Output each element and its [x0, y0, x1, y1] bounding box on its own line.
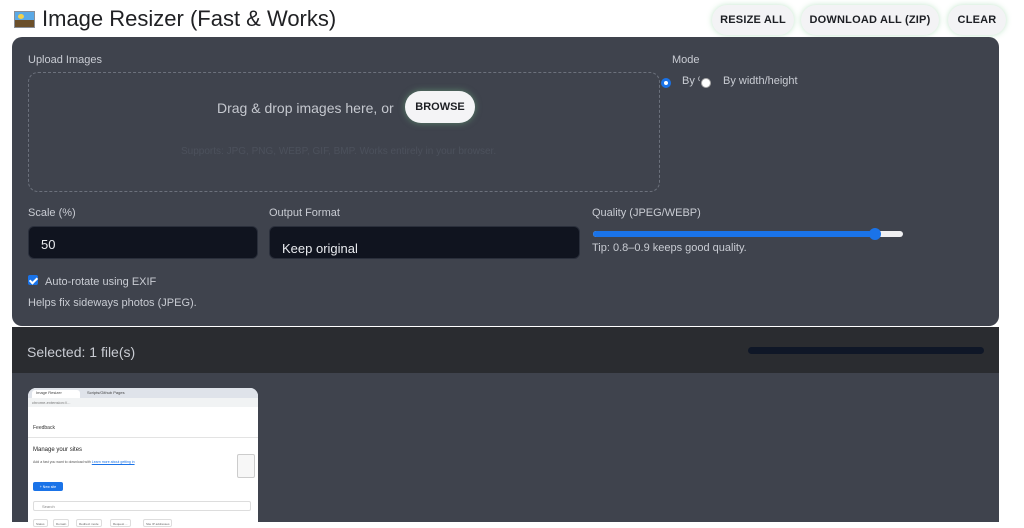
thumb-search: Search: [33, 501, 251, 511]
thumb-divider: [28, 437, 258, 438]
image-thumbnail[interactable]: Image Resizer Scripts/Github Pages chrom…: [28, 388, 258, 528]
quality-slider[interactable]: [593, 228, 903, 240]
resize-all-button[interactable]: RESIZE ALL: [712, 5, 794, 35]
exif-help-text: Helps fix sideways photos (JPEG).: [28, 297, 197, 309]
quality-slider-thumb[interactable]: [869, 228, 882, 240]
thumb-illustration: [237, 454, 255, 478]
mode-option-dimensions-label: By width/height: [723, 75, 798, 87]
clear-button[interactable]: CLEAR: [948, 5, 1006, 35]
drop-zone[interactable]: Drag & drop images here, or BROWSE Suppo…: [28, 72, 660, 192]
thumb-chip: Status: [33, 519, 48, 527]
scale-input[interactable]: 50: [28, 226, 258, 259]
quality-tip: Tip: 0.8–0.9 keeps good quality.: [592, 242, 747, 254]
thumb-tab-2: Scripts/Github Pages: [87, 390, 125, 395]
settings-panel: Upload Images Drag & drop images here, o…: [12, 37, 999, 326]
mode-label: Mode: [672, 54, 700, 66]
thumb-link: Learn more about getting in: [91, 460, 135, 464]
format-select[interactable]: Keep original: [269, 226, 580, 259]
thumb-chip: Site IP addresses: [143, 519, 173, 527]
thumb-chip: Request ...: [110, 519, 131, 527]
thumb-url-bar: chrome-extension://...: [28, 398, 258, 407]
drop-zone-text: Drag & drop images here, or: [217, 100, 394, 116]
selection-count: Selected: 1 file(s): [27, 344, 136, 360]
thumb-tab-1: Image Resizer: [32, 390, 80, 398]
progress-bar: [748, 347, 984, 354]
quality-slider-fill: [593, 231, 876, 237]
thumb-heading: Manage your sites: [33, 447, 83, 453]
scale-label: Scale (%): [28, 207, 76, 219]
exif-checkbox-label: Auto-rotate using EXIF: [45, 276, 157, 288]
mode-radio-percent[interactable]: [661, 78, 671, 88]
drop-zone-hint: Supports: JPG, PNG, WEBP, GIF, BMP. Work…: [181, 146, 497, 157]
browse-button[interactable]: BROWSE: [405, 91, 475, 123]
thumb-paragraph: Add a fast you want to download with Lea…: [33, 460, 135, 464]
exif-checkbox[interactable]: [28, 275, 38, 285]
mode-option-percent-label: By %: [682, 75, 700, 87]
thumb-tab-strip: Image Resizer Scripts/Github Pages: [28, 388, 258, 398]
thumb-new-site-button: + New site: [33, 482, 63, 491]
thumb-chip: Domain: [53, 519, 70, 527]
app-header: Image Resizer (Fast & Works) RESIZE ALL …: [0, 0, 1024, 40]
download-zip-button[interactable]: DOWNLOAD ALL (ZIP): [801, 5, 939, 35]
quality-label: Quality (JPEG/WEBP): [592, 207, 701, 219]
thumb-chip: Redirect mode: [76, 519, 102, 527]
picture-frame-icon: [14, 11, 35, 28]
image-gallery: Image Resizer Scripts/Github Pages chrom…: [12, 373, 999, 528]
mode-radio-dimensions[interactable]: [701, 78, 711, 88]
thumb-paragraph-text: Add a fast you want to download with: [33, 460, 92, 464]
page-title: Image Resizer (Fast & Works): [42, 6, 337, 31]
thumb-feedback: Feedback: [33, 425, 55, 431]
selection-bar: Selected: 1 file(s): [12, 327, 999, 373]
upload-label: Upload Images: [28, 54, 102, 66]
format-label: Output Format: [269, 207, 340, 219]
